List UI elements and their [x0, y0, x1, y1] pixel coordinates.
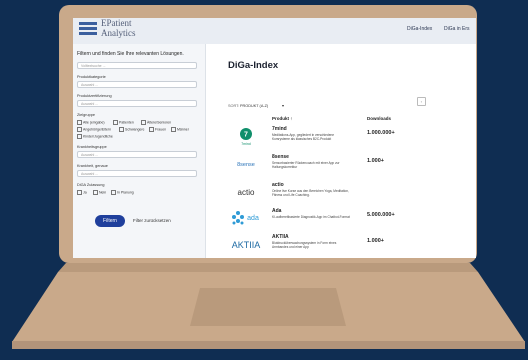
chevron-down-icon: ▾ [282, 103, 285, 108]
produktzertifizierung-select[interactable]: Auswahl ... [77, 100, 197, 107]
product-logo-7mind: 7 7mind [220, 126, 270, 146]
sort-select[interactable]: PRODUKT (A-Z) [240, 104, 268, 108]
product-logo-aktiia: AKTIIA [220, 234, 270, 254]
product-description: KI-aufbereitbasierte Diagnostik-App im C… [272, 215, 350, 219]
product-row[interactable]: AKTIIA AKTIIA Blutdrucküberwachungssyste… [206, 234, 476, 258]
checkbox-schwangere[interactable]: Schwangere [119, 127, 144, 132]
brand-name-line2: Analytics [101, 28, 136, 38]
product-row[interactable]: 7 7mind 7mind Meditations-App, geglieder… [206, 126, 476, 152]
svg-text:actio: actio [238, 188, 255, 197]
product-name[interactable]: 7mind [272, 126, 287, 132]
svg-text:8sense: 8sense [237, 162, 255, 168]
svg-text:7mind: 7mind [241, 142, 251, 146]
checkbox-maenner[interactable]: Männer [171, 127, 189, 132]
svg-text:7: 7 [244, 132, 248, 139]
product-name[interactable]: actio [272, 182, 284, 188]
product-description: Meditations-App, gegliedert in verschied… [272, 133, 335, 142]
krankheitsgruppe-select[interactable]: Auswahl ... [77, 151, 197, 158]
zielgruppe-label: Zielgruppe [77, 113, 95, 117]
brand-name-line1: EPatient [101, 18, 132, 28]
nav-link-diga-in-ers[interactable]: DiGa in Ers [444, 26, 470, 32]
product-row[interactable]: actio actio Online live Kurse aus den Be… [206, 182, 476, 208]
krankheitsgruppe-label: Krankheitsgruppe [77, 145, 107, 149]
top-navigation-bar: EPatient Analytics DiGa-Index DiGa in Er… [73, 18, 476, 45]
product-name[interactable]: AKTIIA [272, 234, 289, 240]
product-downloads: 1.000.000+ [367, 130, 395, 136]
checkbox-diga-ja[interactable]: Ja [77, 190, 87, 195]
product-downloads: 1.000+ [367, 158, 384, 164]
produktkategorie-select[interactable]: Auswahl ... [77, 81, 197, 88]
product-row[interactable]: 8sense 8sense Sensorbasierter Rückencoac… [206, 154, 476, 180]
page-title: DiGa-Index [228, 60, 279, 71]
product-logo-8sense: 8sense [220, 154, 270, 174]
product-logo-ada: ada [220, 208, 270, 228]
nav-link-diga-index[interactable]: DiGa-Index [407, 26, 432, 32]
svg-text:AKTIIA: AKTIIA [232, 240, 261, 250]
product-name[interactable]: 8sense [272, 154, 289, 160]
column-header-produkt[interactable]: Produkt ↑ [272, 116, 293, 121]
produktzertifizierung-label: Produktzertifizierung [77, 94, 112, 98]
product-row[interactable]: ada Ada KI-aufbereitbasierte Diagnostik-… [206, 208, 476, 234]
product-downloads: 5.000.000+ [367, 212, 395, 218]
checkbox-diga-in-planung[interactable]: In Planung [111, 190, 134, 195]
krankheit-label: Krankheit, genaue [77, 164, 108, 168]
reset-filter-button[interactable]: Filter zurücksetzen [133, 218, 171, 223]
checkbox-aeltere-senioren[interactable]: Ältere/Senioren [141, 120, 171, 125]
product-description: Online live Kurse aus den Bereichen Yoga… [272, 189, 349, 198]
checkbox-kinder-jugendliche[interactable]: Kinder/Jugendliche [77, 134, 113, 139]
checkbox-frauen[interactable]: Frauen [149, 127, 166, 132]
filter-button[interactable]: Filtern [95, 215, 125, 227]
sidebar-title: Filtern und finden Sie Ihre relevanten L… [77, 51, 184, 57]
checkbox-alle[interactable]: Alle (eingabe) [77, 120, 105, 125]
product-downloads: 1.000+ [367, 238, 384, 244]
laptop-front-edge [12, 341, 525, 349]
laptop-hinge [58, 263, 478, 272]
produktkategorie-label: Produktkategorie [77, 75, 106, 79]
product-name[interactable]: Ada [272, 208, 281, 214]
main-content: DiGa-Index SORT: PRODUKT (A-Z) ▾ ▫ Produ… [206, 44, 476, 258]
checkbox-patienten[interactable]: Patienten [113, 120, 134, 125]
diga-zulassung-label: DiGA Zulassung [77, 183, 105, 187]
product-description: Blutdrucküberwachungssystem in Form eine… [272, 241, 337, 250]
column-header-downloads[interactable]: Downloads [367, 116, 391, 121]
laptop-trackpad [190, 288, 346, 326]
product-logo-actio: actio [220, 182, 270, 202]
krankheit-select[interactable]: Auswahl ... [77, 170, 197, 177]
filter-sidebar: Filtern und finden Sie Ihre relevanten L… [73, 44, 206, 258]
screen: EPatient Analytics DiGa-Index DiGa in Er… [73, 18, 476, 258]
svg-text:ada: ada [247, 215, 259, 222]
checkbox-angehoerige-eltern[interactable]: Angehörige/Eltern [77, 127, 111, 132]
product-description: Sensorbasierter Rückencoach mit einer Ap… [272, 161, 340, 170]
search-input[interactable]: Volltextsuche ... [77, 62, 197, 69]
checkbox-diga-nein[interactable]: Nein [93, 190, 106, 195]
view-toggle-icon[interactable]: ▫ [417, 97, 426, 106]
sort-label: SORT: [228, 104, 240, 108]
logo-icon [79, 22, 97, 36]
